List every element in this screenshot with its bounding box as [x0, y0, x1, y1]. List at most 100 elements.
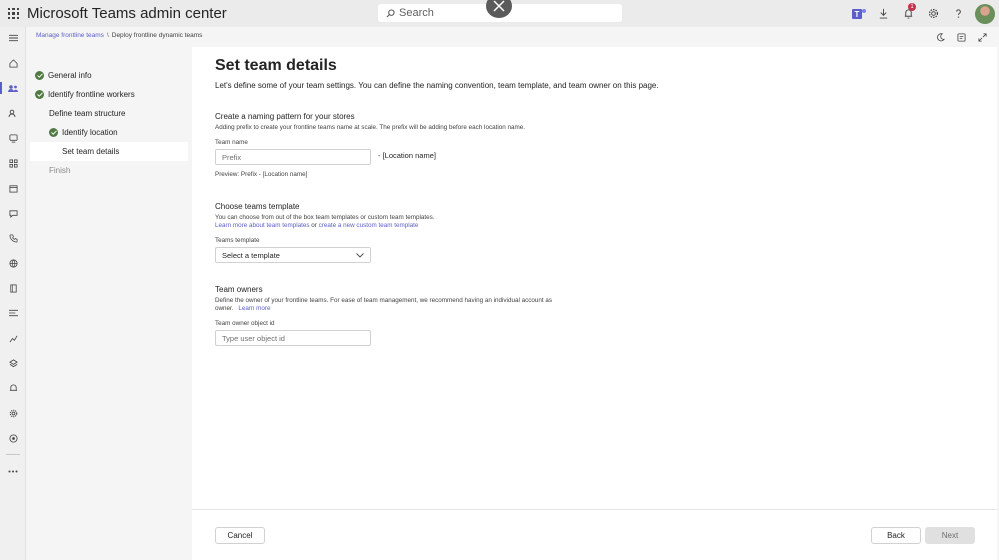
nav-analytics[interactable] [0, 328, 26, 348]
or-text: or [311, 222, 317, 229]
nav-policy-packages[interactable] [0, 303, 26, 323]
target-icon [8, 433, 18, 443]
chart-icon [9, 335, 17, 342]
page-actions [930, 30, 993, 44]
app-launcher-button[interactable] [0, 0, 27, 27]
create-custom-template-link[interactable]: create a new custom team template [319, 222, 419, 229]
owners-learn-more-link[interactable]: Learn more [238, 305, 270, 312]
waffle-icon [7, 7, 20, 20]
nav-locations[interactable] [0, 253, 26, 273]
step-identify-location[interactable]: Identify location [30, 123, 188, 142]
wizard-footer: Cancel Back Next [192, 509, 997, 560]
owner-id-label: Team owner object id [215, 320, 275, 327]
breadcrumb-separator: \ [106, 32, 109, 39]
step-identify-frontline-workers[interactable]: Identify frontline workers [30, 85, 188, 104]
wizard-steps: General info Identify frontline workers … [30, 66, 188, 180]
teams-template-label: Teams template [215, 237, 260, 244]
template-description: You can choose from out of the box team … [215, 214, 435, 221]
user-avatar[interactable] [975, 3, 995, 24]
step-label: General info [48, 71, 92, 80]
expand-button[interactable] [972, 30, 993, 44]
rail-divider [6, 454, 20, 455]
breadcrumb-parent-link[interactable]: Manage frontline teams [36, 32, 104, 39]
close-icon [493, 0, 505, 12]
nav-voice[interactable] [0, 228, 26, 248]
nav-meetings[interactable] [0, 178, 26, 198]
voice-icon [9, 234, 17, 242]
step-label: Finish [49, 166, 71, 175]
nav-planning[interactable] [0, 428, 26, 448]
download-icon [879, 8, 888, 19]
devices-icon [8, 133, 18, 143]
hamburger-icon [8, 34, 18, 42]
chevron-down-icon [356, 252, 364, 258]
svg-text:T: T [854, 10, 859, 19]
teams-template-dropdown[interactable]: Select a template [215, 247, 371, 263]
layers-icon [8, 358, 18, 367]
nav-settings[interactable] [0, 403, 26, 423]
download-button[interactable] [871, 0, 896, 27]
list-icon [8, 309, 18, 317]
notifications-button[interactable]: 1 [896, 0, 921, 27]
nav-users[interactable] [0, 103, 26, 123]
nav-messaging[interactable] [0, 203, 26, 223]
top-right-actions: T 1 [846, 0, 999, 27]
home-icon [8, 58, 18, 68]
breadcrumb-current: Deploy frontline dynamic teams [111, 32, 203, 39]
owners-description-cont: owner. Learn more [215, 305, 271, 312]
naming-section-title: Create a naming pattern for your stores [215, 112, 355, 121]
page-intro: Let's define some of your team settings.… [215, 81, 659, 90]
teams-app-button[interactable]: T [846, 0, 871, 27]
step-label: Identify frontline workers [48, 90, 135, 99]
search-icon [386, 8, 395, 17]
dropdown-value: Select a template [222, 250, 280, 260]
nav-more-button[interactable] [0, 461, 26, 481]
template-links: Learn more about team templates or creat… [215, 222, 418, 229]
more-icon [8, 470, 18, 472]
check-circle-icon [35, 90, 44, 99]
step-set-team-details[interactable]: Set team details [30, 142, 188, 161]
template-section-title: Choose teams template [215, 202, 300, 211]
step-define-team-structure[interactable]: Define team structure [30, 104, 188, 123]
globe-icon [8, 258, 18, 268]
step-label: Identify location [62, 128, 118, 137]
chat-icon [8, 209, 18, 218]
app-title: Microsoft Teams admin center [27, 5, 227, 22]
teams-logo-icon: T [851, 8, 866, 19]
gear-icon [928, 8, 939, 19]
learn-more-templates-link[interactable]: Learn more about team templates [215, 222, 310, 229]
nav-enhanced-encryption[interactable] [0, 278, 26, 298]
feedback-button[interactable] [951, 30, 972, 44]
settings-button[interactable] [921, 0, 946, 27]
nav-teams-apps[interactable] [0, 153, 26, 173]
nav-teams-devices[interactable] [0, 128, 26, 148]
back-button[interactable]: Back [871, 527, 921, 544]
main-panel: Set team details Let's define some of yo… [192, 47, 997, 560]
team-name-prefix-input[interactable] [215, 149, 371, 165]
feedback-icon [957, 32, 966, 42]
nav-notifications[interactable] [0, 378, 26, 398]
search-placeholder: Search [399, 7, 434, 19]
notification-badge: 1 [908, 3, 916, 11]
nav-teams[interactable] [0, 78, 26, 98]
nav-menu-button[interactable] [0, 28, 26, 48]
check-circle-icon [49, 128, 58, 137]
nav-org-settings[interactable] [0, 353, 26, 373]
step-label: Set team details [62, 147, 120, 156]
help-icon [956, 9, 961, 18]
cancel-button[interactable]: Cancel [215, 527, 265, 544]
location-name-suffix: - [Location name] [378, 151, 436, 160]
dark-mode-button[interactable] [930, 30, 951, 44]
page-title: Set team details [215, 57, 337, 74]
alert-bell-icon [9, 384, 17, 391]
teams-icon [8, 84, 18, 92]
owner-object-id-input[interactable] [215, 330, 371, 346]
step-general-info[interactable]: General info [30, 66, 188, 85]
step-label: Define team structure [49, 109, 126, 118]
book-icon [9, 283, 17, 293]
next-button[interactable]: Next [925, 527, 975, 544]
nav-dashboard[interactable] [0, 53, 26, 73]
settings-icon [9, 409, 17, 417]
help-button[interactable] [946, 0, 971, 27]
team-name-label: Team name [215, 139, 248, 146]
